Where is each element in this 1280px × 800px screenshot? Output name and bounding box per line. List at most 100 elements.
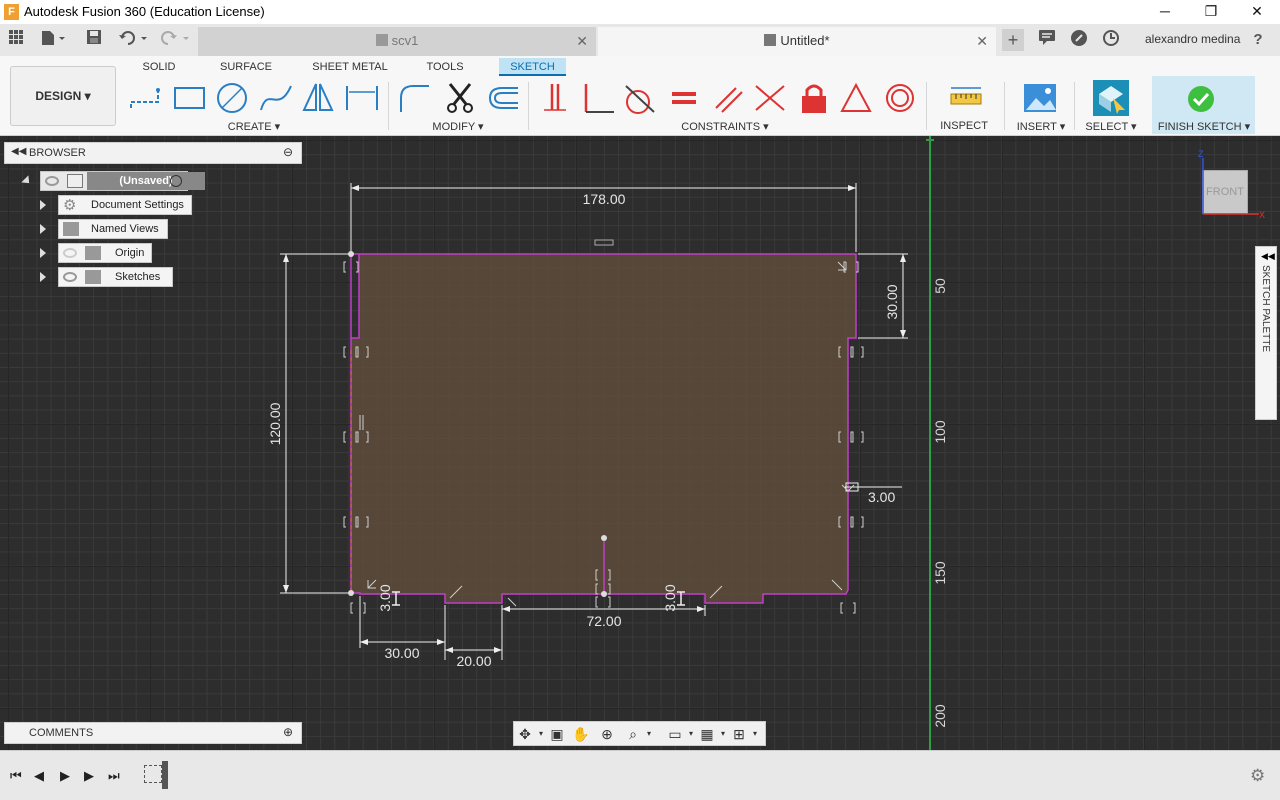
sketch-palette-tab[interactable]: ◀◀ SKETCH PALETTE xyxy=(1255,246,1277,420)
new-tab-button[interactable]: + xyxy=(1002,29,1024,51)
finish-sketch-menu[interactable]: FINISH SKETCH ▾ xyxy=(1156,120,1252,133)
add-comment-icon[interactable]: ⊕ xyxy=(283,725,293,739)
insert-image-icon[interactable] xyxy=(1022,80,1058,116)
mirror-tool-icon[interactable] xyxy=(300,80,336,116)
dimension-notch-depth-text[interactable]: 3.00 xyxy=(868,489,895,505)
minimize-button[interactable]: ─ xyxy=(1142,0,1188,24)
minimize-panel-icon[interactable]: ⊖ xyxy=(283,145,293,159)
dimension-top-notch[interactable]: 30.00 xyxy=(858,253,908,339)
expand-arrow-icon[interactable] xyxy=(40,200,46,210)
dimension-height[interactable]: 120.00 xyxy=(267,253,350,594)
select-tool-icon[interactable] xyxy=(1093,80,1129,116)
expand-arrows-icon[interactable]: ◀◀ xyxy=(1261,251,1275,262)
dimension-width-text[interactable]: 178.00 xyxy=(583,191,626,207)
close-button[interactable]: ✕ xyxy=(1234,0,1280,24)
tab-surface[interactable]: SURFACE xyxy=(216,58,276,76)
undo-icon[interactable] xyxy=(116,29,150,51)
browser-item-sketches[interactable]: Sketches xyxy=(58,267,173,287)
parallel-constraint-icon[interactable] xyxy=(710,80,746,116)
tab-scv1-close-icon[interactable]: ✕ xyxy=(576,27,588,55)
viewports-dropdown-icon[interactable]: ▾ xyxy=(746,726,764,742)
dimension-height-text[interactable]: 120.00 xyxy=(267,402,283,445)
insert-menu[interactable]: INSERT ▾ xyxy=(1016,120,1066,133)
expand-arrow-icon[interactable] xyxy=(40,272,46,282)
select-menu[interactable]: SELECT ▾ xyxy=(1084,120,1138,133)
notifications-icon[interactable] xyxy=(1036,29,1058,51)
dimension-notch-depth[interactable]: 3.00 xyxy=(845,482,902,505)
sketch-point[interactable] xyxy=(601,591,607,597)
apps-grid-icon[interactable] xyxy=(6,29,26,51)
save-icon[interactable] xyxy=(84,29,104,51)
triangle-constraint-icon[interactable] xyxy=(838,80,874,116)
measure-tool-icon[interactable] xyxy=(948,80,984,116)
help-icon[interactable]: ? xyxy=(1246,29,1270,51)
timeline-settings-gear-icon[interactable]: ⚙ xyxy=(1250,766,1265,786)
line-tool-icon[interactable] xyxy=(128,80,164,116)
dimension-bottom-left-depth-text[interactable]: 3.00 xyxy=(377,584,393,611)
tab-untitled-close-icon[interactable]: ✕ xyxy=(976,27,988,55)
go-to-start-icon[interactable]: ⏮ xyxy=(10,768,22,784)
dimension-top-notch-text[interactable]: 30.00 xyxy=(884,284,900,319)
comments-panel-header[interactable]: COMMENTS ⊕ xyxy=(4,722,302,744)
expand-arrow-icon[interactable] xyxy=(40,248,46,258)
visibility-eye-hidden-icon[interactable] xyxy=(63,248,77,258)
dimension-bottom-left-offset-text[interactable]: 30.00 xyxy=(384,645,419,661)
fix-constraint-icon[interactable] xyxy=(796,80,832,116)
tangent-constraint-icon[interactable] xyxy=(622,80,658,116)
visibility-eye-icon[interactable] xyxy=(45,176,59,186)
finish-check-icon[interactable] xyxy=(1186,84,1216,114)
go-to-end-icon[interactable]: ⏭ xyxy=(108,768,120,784)
pan-hand-icon[interactable]: ✋ xyxy=(572,726,590,742)
step-forward-icon[interactable]: ▶ xyxy=(84,768,94,784)
dimension-bottom-left-offset[interactable]: 30.00 xyxy=(359,596,446,661)
zoom-icon[interactable]: ⊕ xyxy=(598,726,616,742)
extensions-icon[interactable] xyxy=(1068,29,1090,51)
redo-icon[interactable] xyxy=(158,29,192,51)
tab-untitled[interactable]: Untitled* ✕ xyxy=(598,27,996,56)
dimension-bottom-center-width[interactable]: 72.00 xyxy=(502,605,706,629)
visibility-eye-icon[interactable] xyxy=(63,272,77,282)
workspace-switcher[interactable]: DESIGN ▾ xyxy=(10,66,116,126)
dimension-width[interactable]: 178.00 xyxy=(350,183,857,252)
browser-root-item[interactable]: (Unsaved) xyxy=(40,171,205,191)
browser-item-named-views[interactable]: Named Views xyxy=(58,219,168,239)
horizontal-vertical-constraint-icon[interactable] xyxy=(540,80,576,116)
sketch-point[interactable] xyxy=(348,251,354,257)
create-menu[interactable]: CREATE ▾ xyxy=(224,120,284,133)
rectangle-tool-icon[interactable] xyxy=(172,80,208,116)
dimension-bottom-left-width[interactable]: 20.00 xyxy=(445,605,503,669)
dimension-bottom-center-width-text[interactable]: 72.00 xyxy=(586,613,621,629)
step-back-icon[interactable]: ◀ xyxy=(34,768,44,784)
tab-scv1[interactable]: scv1 ✕ xyxy=(198,27,596,56)
expand-arrow-icon[interactable] xyxy=(40,224,46,234)
timeline-marker[interactable] xyxy=(162,761,168,789)
play-icon[interactable]: ▶ xyxy=(60,768,70,784)
dimension-bottom-mid-depth-text[interactable]: 3.00 xyxy=(662,584,678,611)
tab-tools[interactable]: TOOLS xyxy=(420,58,470,76)
sketch-drawing[interactable]: 178.00 120.00 30.00 3.00 3.00 3.00 30.00… xyxy=(0,136,1280,750)
fillet-tool-icon[interactable] xyxy=(397,80,433,116)
sketch-point[interactable] xyxy=(601,535,607,541)
file-menu-icon[interactable] xyxy=(38,29,68,51)
trim-tool-icon[interactable] xyxy=(442,80,478,116)
restore-button[interactable]: ❐ xyxy=(1188,0,1234,24)
look-at-icon[interactable]: ▣ xyxy=(548,726,566,742)
dimension-tool-icon[interactable] xyxy=(344,80,380,116)
constraints-menu[interactable]: CONSTRAINTS ▾ xyxy=(680,120,770,133)
circle-tool-icon[interactable] xyxy=(214,80,250,116)
offset-tool-icon[interactable] xyxy=(484,80,520,116)
spline-tool-icon[interactable] xyxy=(258,80,294,116)
equal-constraint-icon[interactable] xyxy=(666,80,702,116)
coincident-constraint-icon[interactable] xyxy=(752,80,788,116)
tab-solid[interactable]: SOLID xyxy=(136,58,182,76)
zoom-dropdown-icon[interactable]: ▾ xyxy=(640,726,658,742)
browser-panel-header[interactable]: ◀◀ BROWSER ⊖ xyxy=(4,142,302,164)
modify-menu[interactable]: MODIFY ▾ xyxy=(428,120,488,133)
job-status-icon[interactable] xyxy=(1100,29,1122,51)
collapse-arrows-icon[interactable]: ◀◀ xyxy=(11,146,26,157)
perpendicular-constraint-icon[interactable] xyxy=(582,80,618,116)
dimension-bottom-left-width-text[interactable]: 20.00 xyxy=(456,653,491,669)
concentric-constraint-icon[interactable] xyxy=(882,80,918,116)
browser-item-document-settings[interactable]: ⚙ Document Settings xyxy=(58,195,192,215)
activate-radio-icon[interactable] xyxy=(170,175,182,187)
